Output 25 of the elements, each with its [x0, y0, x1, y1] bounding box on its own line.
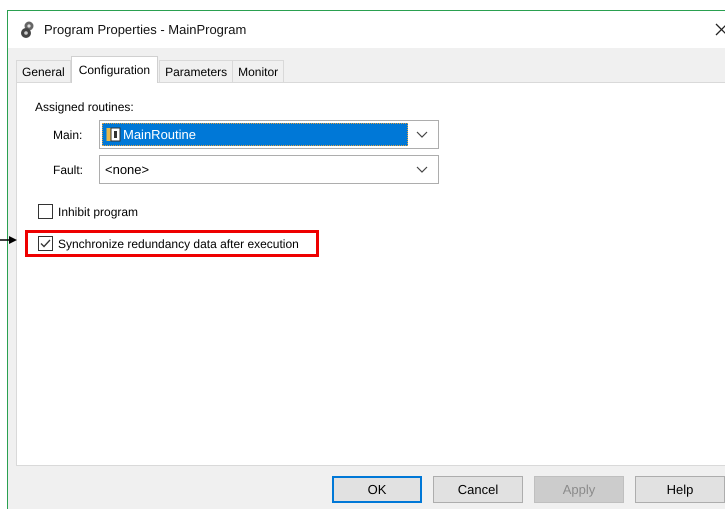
window-title: Program Properties - MainProgram: [44, 22, 246, 37]
checkbox[interactable]: [38, 236, 53, 251]
close-icon[interactable]: [715, 23, 725, 36]
dialog-button[interactable]: Help: [635, 476, 725, 503]
routine-dropdown[interactable]: <none>: [99, 155, 439, 184]
tab[interactable]: Parameters: [159, 60, 234, 82]
checkbox-label[interactable]: Synchronize redundancy data after execution: [58, 236, 299, 250]
dialog-button[interactable]: OK: [332, 476, 422, 503]
routine-dropdown[interactable]: MainRoutine: [99, 120, 439, 149]
gears-icon: [20, 20, 36, 38]
checkbox[interactable]: [38, 204, 53, 219]
routine-icon: [106, 127, 121, 142]
field-value: MainRoutine: [123, 127, 196, 142]
callout-arrow: [0, 235, 18, 245]
field-label: Fault:: [53, 162, 84, 176]
field-value: <none>: [105, 162, 150, 177]
tab[interactable]: Monitor: [232, 60, 284, 82]
group-label: Assigned routines:: [35, 100, 135, 114]
checkbox-label[interactable]: Inhibit program: [58, 204, 138, 218]
tab[interactable]: Configuration: [70, 56, 158, 83]
tab[interactable]: General: [16, 60, 71, 82]
chevron-icon: [416, 166, 428, 174]
chevron-icon: [416, 130, 428, 138]
field-label: Main:: [53, 128, 84, 142]
dialog-button[interactable]: Cancel: [433, 476, 523, 503]
